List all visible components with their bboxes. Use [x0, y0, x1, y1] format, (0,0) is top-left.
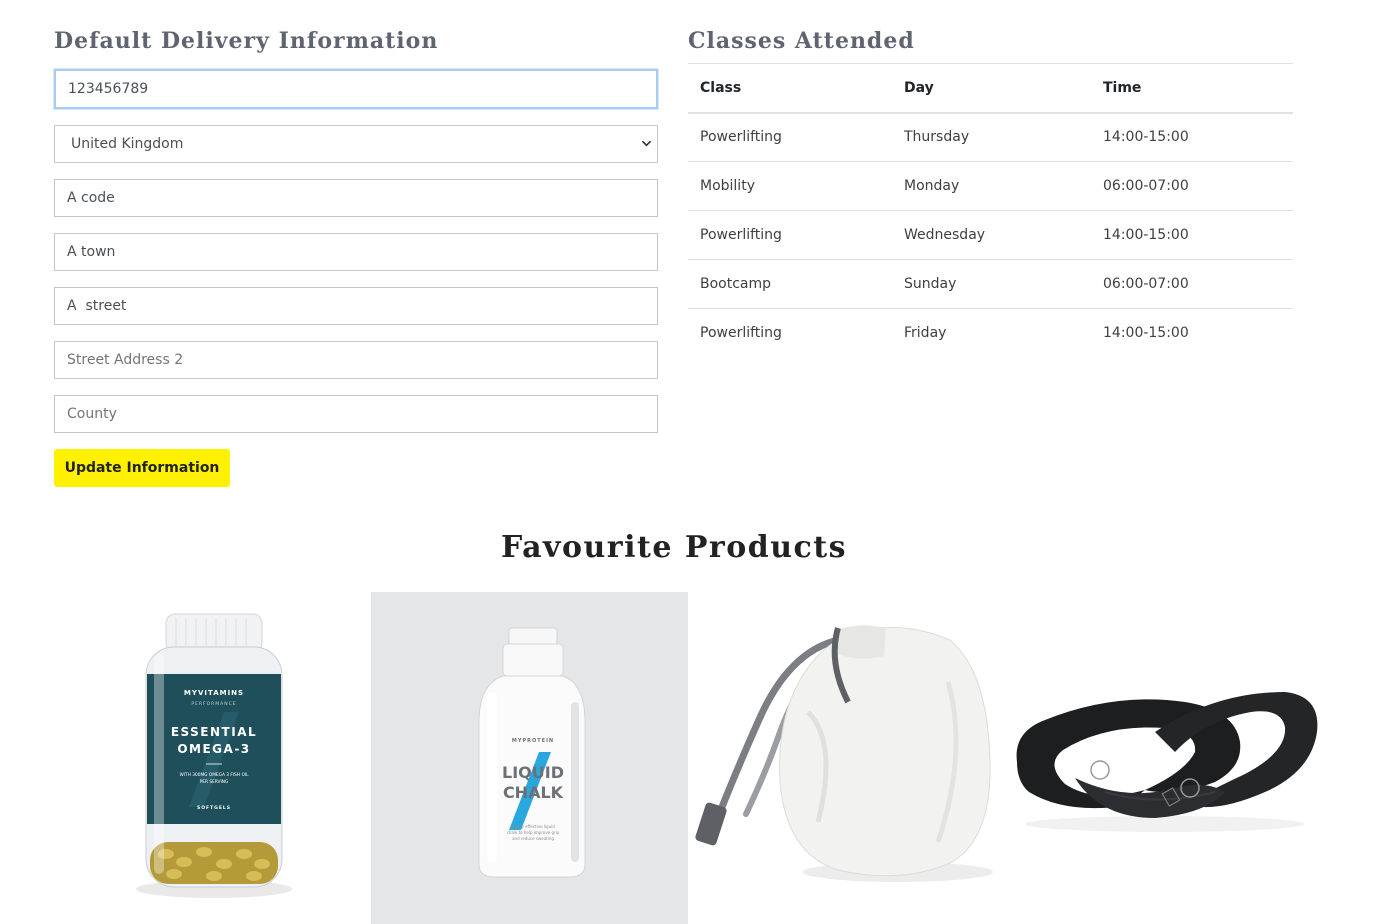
table-header-row: Class Day Time: [688, 63, 1293, 114]
classes-title: Classes Attended: [688, 28, 915, 54]
country-select[interactable]: United Kingdom: [54, 125, 658, 163]
chevron-down-icon: [642, 140, 651, 147]
street-address-2-input[interactable]: [54, 341, 658, 379]
cell-class: Powerlifting: [688, 112, 892, 162]
cell-class: Powerlifting: [700, 325, 782, 342]
chalk-detail-line-1: Highly effective liquid: [511, 824, 555, 829]
omega-name-line-1: ESSENTIAL: [171, 725, 257, 739]
header-class: Class: [688, 63, 892, 114]
cell-time: 06:00-07:00: [1091, 161, 1293, 211]
county-input[interactable]: [54, 395, 658, 433]
country-selected-value: United Kingdom: [71, 136, 184, 152]
product-chalk-ball[interactable]: [688, 592, 1005, 924]
cell-time: 06:00-07:00: [1091, 259, 1293, 309]
table-row: Powerlifting Friday 14:00-15:00: [688, 309, 1293, 358]
table-row: Powerlifting Wednesday 14:00-15:00: [688, 210, 1293, 260]
omega-subbrand-text: PERFORMANCE: [191, 701, 236, 707]
header-day: Day: [892, 63, 1091, 114]
chalk-name-line-2: CHALK: [503, 783, 564, 802]
cell-time: 14:00-15:00: [1103, 325, 1189, 342]
cell-day: Friday: [904, 325, 947, 342]
omega-detail-line-1: WITH 300MG OMEGA 3 FISH OIL: [180, 772, 250, 778]
cell-day: Thursday: [892, 112, 1091, 162]
table-row: Bootcamp Sunday 06:00-07:00: [688, 259, 1293, 309]
product-omega-3[interactable]: MYVITAMINS PERFORMANCE ESSENTIAL OMEGA-3…: [54, 592, 371, 924]
liquid-chalk-bottle-image: MYPROTEIN LIQUID CHALK Highly effective …: [371, 592, 688, 924]
town-input[interactable]: [54, 233, 658, 271]
cell-day: Monday: [892, 161, 1091, 211]
cell-day: Wednesday: [892, 210, 1091, 260]
omega-form-text: SOFTGELS: [197, 805, 231, 811]
classes-section: Classes Attended Class Day Time Powerlif…: [688, 26, 1293, 341]
phone-input[interactable]: [54, 69, 658, 109]
cell-time: 14:00-15:00: [1091, 210, 1293, 260]
cell-time: 14:00-15:00: [1091, 112, 1293, 162]
classes-table: Class Day Time Powerlifting Thursday 14:…: [688, 63, 1293, 358]
cell-class: Powerlifting: [688, 210, 892, 260]
cell-class: Bootcamp: [688, 259, 892, 309]
favourite-products-grid: MYVITAMINS PERFORMANCE ESSENTIAL OMEGA-3…: [54, 592, 1322, 924]
omega-brand-text: MYVITAMINS: [184, 689, 244, 697]
cell-day: Sunday: [892, 259, 1091, 309]
delivery-form: Default Delivery Information United King…: [54, 26, 658, 487]
product-liquid-chalk[interactable]: MYPROTEIN LIQUID CHALK Highly effective …: [371, 592, 688, 924]
favourite-products-title: Favourite Products: [500, 530, 848, 565]
update-information-button[interactable]: Update Information: [54, 449, 230, 487]
header-time: Time: [1091, 63, 1293, 114]
table-row: Powerlifting Thursday 14:00-15:00: [688, 112, 1293, 162]
chalk-brand-text: MYPROTEIN: [512, 738, 554, 744]
cell-class: Mobility: [688, 161, 892, 211]
profile-page: Default Delivery Information United King…: [0, 0, 1374, 924]
table-row: Mobility Monday 06:00-07:00: [688, 161, 1293, 211]
chalk-detail-line-3: and reduce sweating: [512, 836, 554, 841]
chalk-ball-image: [688, 592, 1005, 924]
lifting-straps-image: [1005, 592, 1322, 924]
chalk-detail-line-2: chalk to help improve grip: [507, 830, 560, 835]
street-address-1-input[interactable]: [54, 287, 658, 325]
postcode-input[interactable]: [54, 179, 658, 217]
delivery-title: Default Delivery Information: [54, 28, 439, 54]
omega-3-bottle-image: MYVITAMINS PERFORMANCE ESSENTIAL OMEGA-3…: [54, 592, 371, 924]
omega-detail-line-2: PER SERVING: [200, 779, 229, 785]
product-lifting-straps[interactable]: [1005, 592, 1322, 924]
omega-name-line-2: OMEGA-3: [177, 742, 250, 756]
chalk-name-line-1: LIQUID: [502, 763, 564, 782]
